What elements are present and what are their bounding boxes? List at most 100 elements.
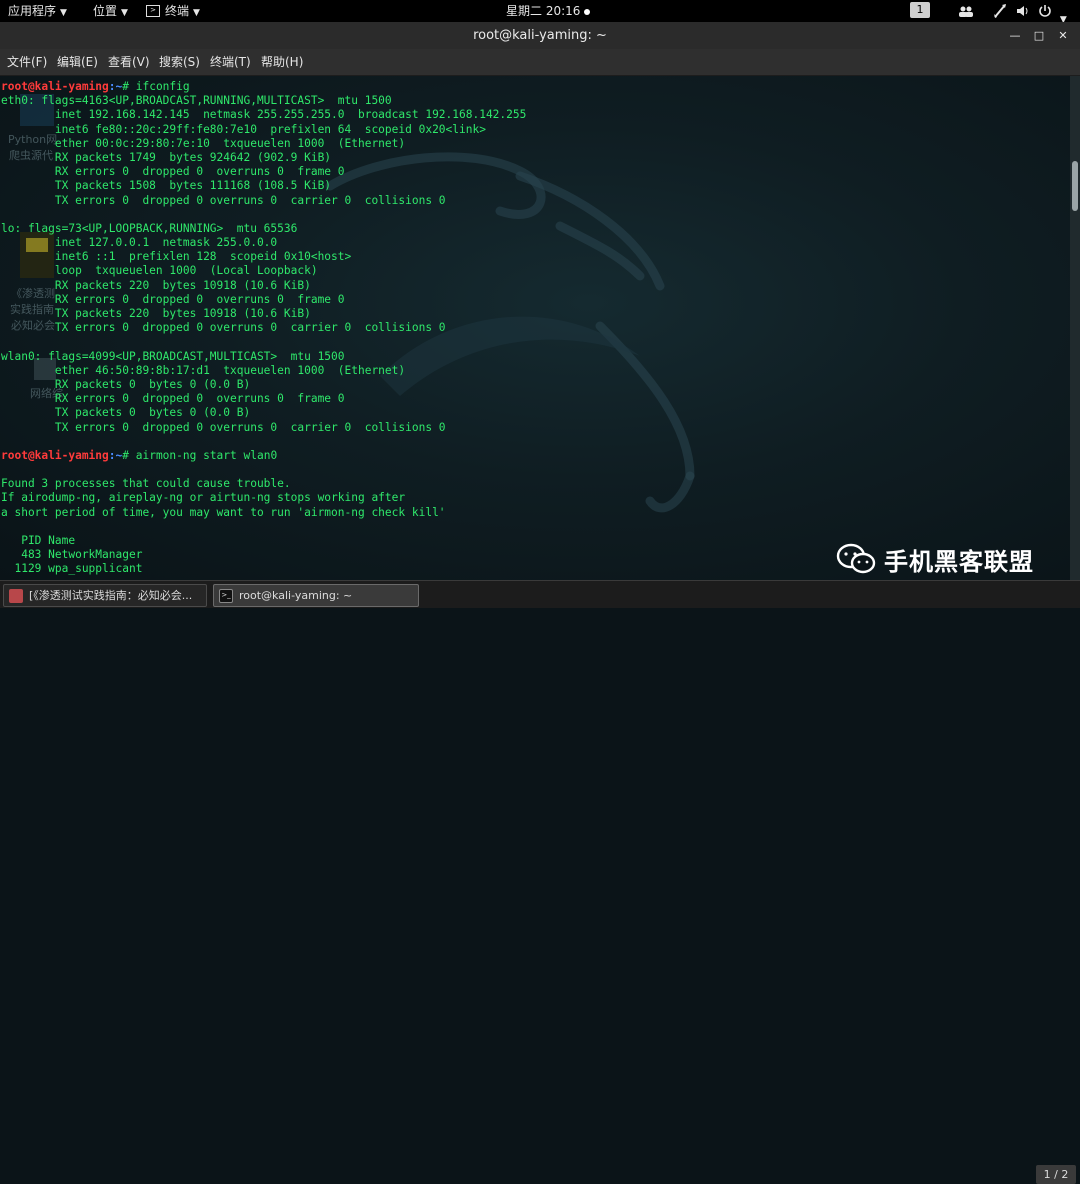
terminal-output: root@kali-yaming:~# ifconfig eth0: flags=… [1, 80, 526, 577]
terminal-line-text: PID Name [1, 534, 76, 547]
terminal-line-text: TX errors 0 dropped 0 overruns 0 carrier… [1, 193, 446, 207]
terminal-prompt-line: root@kali-yaming:~# airmon-ng start wlan… [1, 449, 526, 463]
terminal-line-text: ether 00:0c:29:80:7e:10 txqueuelen 1000 … [1, 136, 406, 150]
terminal-line: RX packets 220 bytes 10918 (10.6 KiB) [1, 279, 526, 293]
terminal-line-text: RX packets 0 bytes 0 (0.0 B) [1, 377, 251, 391]
scrollbar-thumb[interactable] [1072, 161, 1078, 211]
terminal-line-text: RX errors 0 dropped 0 overruns 0 frame 0 [1, 165, 345, 179]
clock-label: 星期二 20:16 [506, 4, 581, 18]
users-icon[interactable] [958, 0, 974, 22]
applications-menu-label: 应用程序 [8, 4, 57, 18]
terminal-line-text: loop txqueuelen 1000 (Local Loopback) [1, 264, 318, 278]
terminal-line: TX errors 0 dropped 0 overruns 0 carrier… [1, 421, 526, 435]
menu-bar: 文件(F) 编辑(E) 查看(V) 搜索(S) 终端(T) 帮助(H) [0, 49, 1080, 76]
terminal-line: PID Name [1, 534, 526, 548]
terminal-line: RX packets 0 bytes 0 (0.0 B) [1, 378, 526, 392]
clock[interactable]: 星期二 20:16 [506, 0, 591, 22]
terminal-line: inet6 fe80::20c:29ff:fe80:7e10 prefixlen… [1, 123, 526, 137]
chevron-down-icon: ▼ [121, 8, 128, 18]
terminal-line: ether 46:50:89:8b:17:d1 txqueuelen 1000 … [1, 364, 526, 378]
menu-file[interactable]: 文件(F) [7, 49, 47, 75]
terminal-line: a short period of time, you may want to … [1, 506, 526, 520]
terminal-line: RX errors 0 dropped 0 overruns 0 frame 0 [1, 392, 526, 406]
terminal-line-text: wlan0: flags=4099<UP,BROADCAST,MULTICAST… [1, 349, 345, 363]
terminal-line-text: Found 3 processes that could cause troub… [1, 477, 291, 491]
menu-search[interactable]: 搜索(S) [159, 49, 200, 75]
prompt-user: root@kali-yaming [1, 448, 109, 462]
terminal-line-text: TX errors 0 dropped 0 overruns 0 carrier… [1, 321, 446, 335]
terminal-scrollbar[interactable] [1070, 76, 1080, 580]
terminal-line-text: If airodump-ng, aireplay-ng or airtun-ng… [1, 491, 406, 505]
applications-menu[interactable]: 应用程序 ▼ [8, 0, 67, 22]
terminal-line-text: TX packets 0 bytes 0 (0.0 B) [1, 406, 251, 420]
terminal-line-text: 1129 wpa_supplicant [1, 562, 143, 576]
power-icon[interactable]: ▼ [1038, 0, 1067, 25]
menu-terminal[interactable]: 终端(T) [210, 49, 251, 75]
terminal-line: RX errors 0 dropped 0 overruns 0 frame 0 [1, 293, 526, 307]
terminal-line: ether 00:0c:29:80:7e:10 txqueuelen 1000 … [1, 137, 526, 151]
workspace-pager[interactable]: 1 / 2 [1036, 1165, 1076, 1184]
terminal-line: inet6 ::1 prefixlen 128 scopeid 0x10<hos… [1, 250, 526, 264]
terminal-line-text: eth0: flags=4163<UP,BROADCAST,RUNNING,MU… [1, 94, 392, 108]
menu-edit[interactable]: 编辑(E) [57, 49, 98, 75]
terminal-line-text: RX packets 1749 bytes 924642 (902.9 KiB) [1, 150, 332, 164]
menu-view[interactable]: 查看(V) [108, 49, 150, 75]
top-panel: 应用程序 ▼ 位置 ▼ > 终端 ▼ 星期二 20:16 1 ▼ [0, 0, 1080, 25]
terminal-line-text: TX packets 1508 bytes 111168 (108.5 KiB) [1, 179, 332, 193]
taskbar: [《渗透测试实践指南：必知必会... >_ root@kali-yaming: ~… [0, 580, 1080, 1184]
wechat-icon [836, 543, 876, 574]
chevron-down-icon: ▼ [60, 8, 67, 18]
terminal-line-text: RX errors 0 dropped 0 overruns 0 frame 0 [1, 292, 345, 306]
terminal-line-text: TX packets 220 bytes 10918 (10.6 KiB) [1, 307, 311, 320]
terminal-line: inet 192.168.142.145 netmask 255.255.255… [1, 108, 527, 122]
close-button[interactable]: ✕ [1052, 22, 1074, 49]
terminal-line-text: inet 192.168.142.145 netmask 255.255.255… [1, 108, 527, 122]
prompt-command: # airmon-ng start wlan0 [122, 448, 278, 462]
network-icon[interactable] [993, 0, 1007, 22]
volume-icon[interactable] [1015, 0, 1031, 22]
task-terminal-label: root@kali-yaming: ~ [239, 589, 353, 602]
terminal-line-text: inet 127.0.0.1 netmask 255.0.0.0 [1, 236, 278, 250]
terminal-line: If airodump-ng, aireplay-ng or airtun-ng… [1, 491, 526, 505]
workspace-indicator[interactable]: 1 [910, 2, 930, 18]
terminal-line: TX errors 0 dropped 0 overruns 0 carrier… [1, 194, 526, 208]
window-titlebar[interactable]: root@kali-yaming: ~ — □ ✕ [0, 22, 1080, 49]
menu-help[interactable]: 帮助(H) [261, 49, 303, 75]
terminal-line: lo: flags=73<UP,LOOPBACK,RUNNING> mtu 65… [1, 222, 526, 236]
terminal-line-text: lo: flags=73<UP,LOOPBACK,RUNNING> mtu 65… [1, 221, 298, 235]
watermark-text: 手机黑客联盟 [884, 547, 1034, 576]
terminal-line-text: TX errors 0 dropped 0 overruns 0 carrier… [1, 420, 446, 434]
terminal-line: loop txqueuelen 1000 (Local Loopback) [1, 264, 526, 278]
notification-dot-icon [584, 8, 591, 15]
places-menu-label: 位置 [93, 4, 118, 18]
terminal-line-text: ether 46:50:89:8b:17:d1 txqueuelen 1000 … [1, 363, 406, 377]
task-terminal[interactable]: >_ root@kali-yaming: ~ [213, 584, 419, 607]
terminal-line: inet 127.0.0.1 netmask 255.0.0.0 [1, 236, 526, 250]
terminal-line: TX packets 1508 bytes 111168 (108.5 KiB) [1, 179, 526, 193]
prompt-path: :~ [108, 80, 123, 93]
terminal-icon: >_ [219, 589, 233, 603]
minimize-button[interactable]: — [1004, 22, 1026, 49]
terminal-line: TX errors 0 dropped 0 overruns 0 carrier… [1, 321, 526, 335]
prompt-command: # ifconfig [122, 80, 190, 93]
terminal-view[interactable]: Python网 爬虫源代 《渗透测 实践指南 必知必会 网络综 root@kal… [0, 76, 1070, 580]
wechat-watermark: 手机黑客联盟 [836, 539, 1034, 579]
chevron-down-icon: ▼ [193, 8, 200, 18]
terminal-line-text: 483 NetworkManager [1, 548, 143, 562]
prompt-user: root@kali-yaming [1, 80, 109, 93]
task-document[interactable]: [《渗透测试实践指南：必知必会... [3, 584, 207, 607]
terminal-line: eth0: flags=4163<UP,BROADCAST,RUNNING,MU… [1, 94, 526, 108]
terminal-line-text: RX packets 220 bytes 10918 (10.6 KiB) [1, 278, 311, 292]
maximize-button[interactable]: □ [1028, 22, 1050, 49]
terminal-line-text: inet6 fe80::20c:29ff:fe80:7e10 prefixlen… [1, 122, 486, 136]
terminal-line: Found 3 processes that could cause troub… [1, 477, 526, 491]
terminal-app-menu[interactable]: > 终端 ▼ [146, 0, 200, 22]
places-menu[interactable]: 位置 ▼ [93, 0, 128, 22]
terminal-app-menu-label: 终端 [165, 4, 190, 18]
terminal-line-text: inet6 ::1 prefixlen 128 scopeid 0x10<hos… [1, 250, 352, 264]
